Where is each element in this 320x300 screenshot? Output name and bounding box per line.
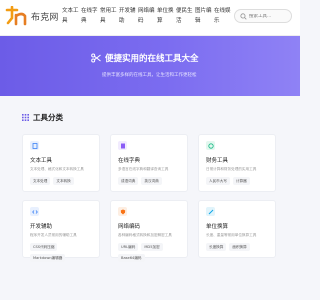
code-icon (30, 207, 39, 216)
card-desc: 日常计算和财务处理的实用工具 (206, 167, 257, 171)
category-card-dev[interactable]: 开发辅助 程序开发人员常用的辅助工具 CSS代码压缩 Markdown编辑器 (22, 200, 100, 262)
card-desc: 多语言在线字典和翻译查询工具 (118, 167, 169, 171)
search-input[interactable] (249, 13, 291, 19)
card-link[interactable]: MD5加密 (141, 243, 163, 251)
nav-item[interactable]: 图片编辑 (195, 6, 214, 28)
card-desc: 长度、重量等常用单位换算工具 (206, 233, 257, 237)
nav-item[interactable]: 在线字典 (81, 6, 100, 28)
nav-item[interactable]: 开发辅助 (119, 6, 138, 28)
card-link[interactable]: Markdown编辑器 (30, 254, 66, 262)
logo-text: 布克网 (31, 12, 59, 23)
grid-icon (22, 114, 29, 121)
card-link[interactable]: 文本转换 (53, 177, 74, 185)
hero-subtitle: 提供丰富多样的在线工具，让生活和工作更轻松 (102, 73, 197, 78)
card-link[interactable]: 计算器 (232, 177, 250, 185)
site-logo[interactable]: 布克网 (5, 6, 59, 26)
category-card-dictionary[interactable]: 在线字典 多语言在线字典和翻译查询工具 成语词典 英汉词典 (110, 134, 188, 192)
card-desc: 各种编码格式转换和加密解密工具 (118, 233, 172, 237)
card-link[interactable]: 人民币大写 (206, 177, 230, 185)
document-icon (30, 141, 39, 150)
category-card-units[interactable]: 单位换算 长度、重量等常用单位换算工具 长度换算 面积换算 (198, 200, 276, 258)
search-icon (240, 12, 247, 20)
nav-item[interactable]: 便民生活 (176, 6, 195, 28)
ruler-icon (206, 207, 215, 216)
category-card-finance[interactable]: 财务工具 日常计算和财务处理的实用工具 人民币大写 计算器 (198, 134, 276, 192)
main-nav: 文本工具 在线字典 常用工具 开发辅助 网络编码 单位换算 便民生活 图片编辑 … (62, 6, 233, 28)
section-heading: 工具分类 (22, 112, 63, 123)
card-title: 单位换算 (206, 224, 229, 230)
site-header: 布克网 文本工具 在线字典 常用工具 开发辅助 网络编码 单位换算 便民生活 图… (0, 0, 300, 36)
card-link[interactable]: 文本处理 (30, 177, 51, 185)
section-title: 工具分类 (33, 113, 63, 122)
nav-item[interactable]: 网络编码 (138, 6, 157, 28)
category-card-encoding[interactable]: 网络编码 各种编码格式转换和加密解密工具 URL编码 MD5加密 Base64编… (110, 200, 188, 262)
card-desc: 程序开发人员常用的辅助工具 (30, 233, 77, 237)
card-link[interactable]: URL编码 (118, 243, 139, 251)
card-link[interactable]: CSS代码压缩 (30, 243, 58, 251)
finance-icon (206, 141, 215, 150)
nav-item[interactable]: 在线娱乐 (214, 6, 233, 28)
logo-icon (5, 6, 29, 26)
card-title: 网络编码 (118, 224, 141, 230)
card-link[interactable]: Base64编码 (118, 254, 145, 262)
card-link[interactable]: 长度换算 (206, 243, 227, 251)
scissors-icon (91, 53, 101, 63)
shield-icon (118, 207, 127, 216)
card-link[interactable]: 面积换算 (229, 243, 250, 251)
hero-banner: 便捷实用的在线工具大全 提供丰富多样的在线工具，让生活和工作更轻松 (0, 36, 300, 96)
card-link[interactable]: 成语词典 (118, 177, 139, 185)
card-title: 在线字典 (118, 158, 141, 164)
book-icon (118, 141, 127, 150)
card-link[interactable]: 英汉词典 (141, 177, 162, 185)
card-title: 文本工具 (30, 158, 53, 164)
card-desc: 文本处理、格式化和文本转换工具 (30, 167, 84, 171)
category-card-text[interactable]: 文本工具 文本处理、格式化和文本转换工具 文本处理 文本转换 (22, 134, 100, 192)
nav-item[interactable]: 单位换算 (157, 6, 176, 28)
card-title: 财务工具 (206, 158, 229, 164)
card-title: 开发辅助 (30, 224, 53, 230)
hero-title: 便捷实用的在线工具大全 (105, 54, 199, 64)
hero-title-row: 便捷实用的在线工具大全 (91, 52, 199, 64)
nav-item[interactable]: 文本工具 (62, 6, 81, 28)
nav-item[interactable]: 常用工具 (100, 6, 119, 28)
search-box[interactable] (234, 9, 292, 23)
